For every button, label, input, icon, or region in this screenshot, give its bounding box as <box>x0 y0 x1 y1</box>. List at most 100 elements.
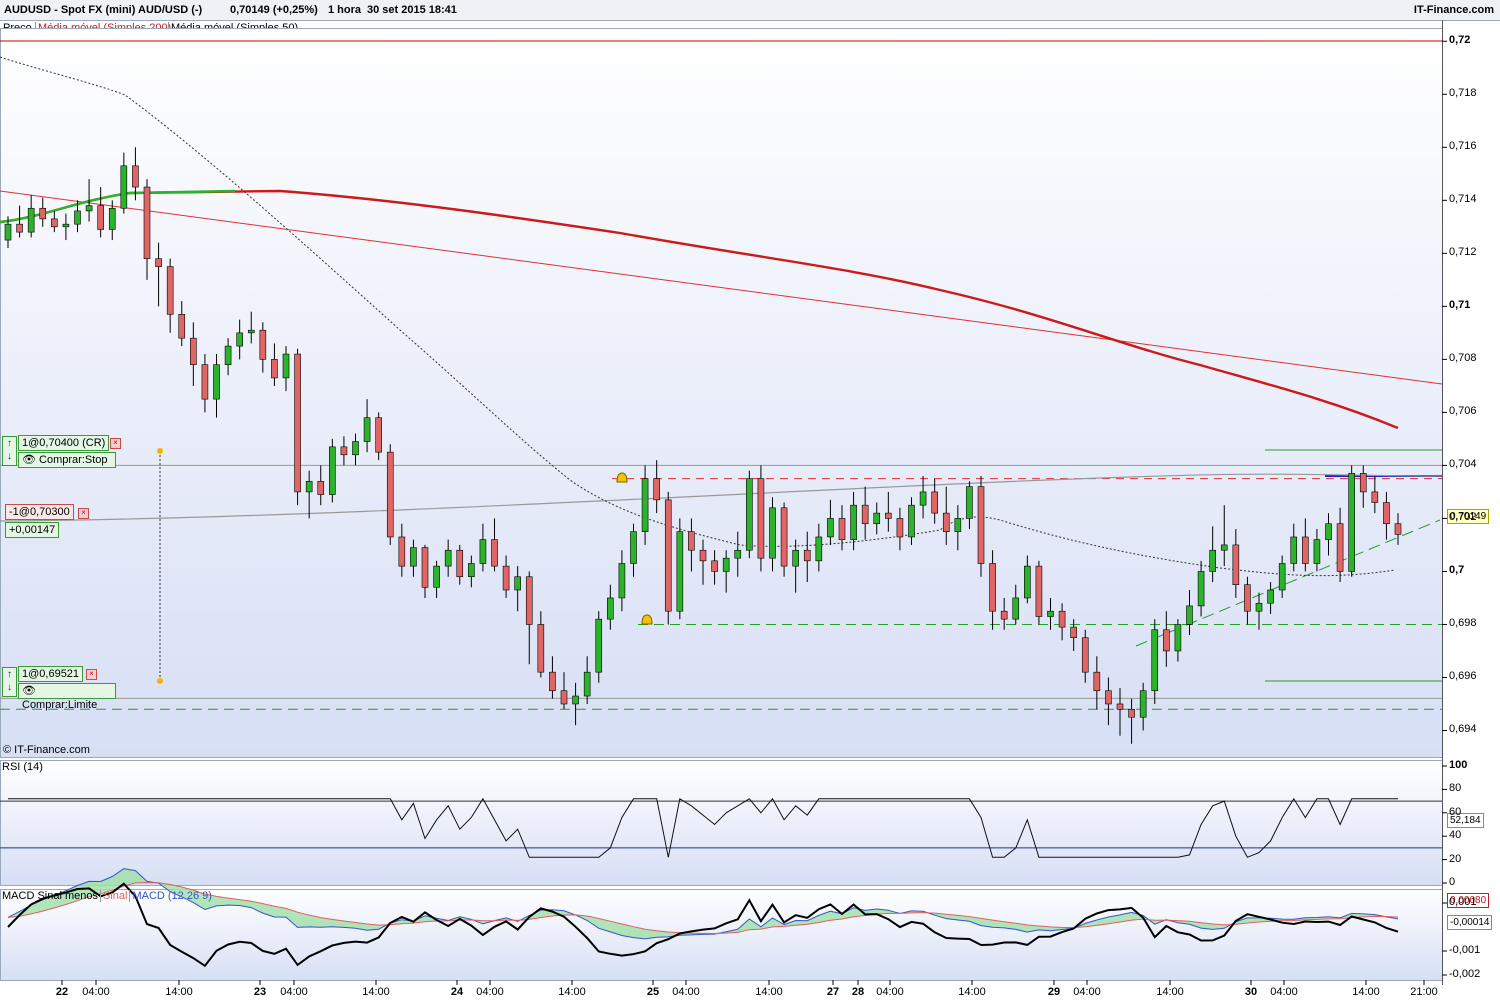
candle-bull[interactable] <box>595 618 603 673</box>
bell-icon[interactable] <box>641 614 653 625</box>
candle-bear[interactable] <box>271 359 278 379</box>
candle-bull[interactable] <box>908 504 915 538</box>
macd-header[interactable]: MACD Sinal menos Sinal MACD (12 26 9) <box>0 889 214 903</box>
limit-order-label[interactable]: 1@0,69521 <box>18 666 84 682</box>
candle-bear[interactable] <box>1058 610 1066 628</box>
candle-bull[interactable] <box>1209 549 1216 572</box>
candle-bear[interactable] <box>537 624 545 673</box>
candle-bear[interactable] <box>259 329 267 360</box>
candle-bear[interactable] <box>375 417 382 453</box>
candle-bear[interactable] <box>1336 523 1344 572</box>
candle-bull[interactable] <box>213 364 220 400</box>
candle-bear[interactable] <box>664 499 672 612</box>
candle-bear[interactable] <box>1394 523 1402 535</box>
candle-bear[interactable] <box>132 165 139 188</box>
candle-bull[interactable] <box>352 441 359 456</box>
stop-order-label[interactable]: 1@0,70400 (CR) <box>18 435 110 451</box>
candle-bull[interactable] <box>873 512 881 525</box>
candle-bull[interactable] <box>433 565 440 588</box>
limit-order-type[interactable]: 👁 Comprar:Limite <box>18 683 116 711</box>
candle-bear[interactable] <box>942 512 950 532</box>
candle-bear[interactable] <box>757 478 765 559</box>
candle-bull[interactable] <box>618 563 626 599</box>
candle-bull[interactable] <box>1325 523 1332 540</box>
candle-bear[interactable] <box>502 565 510 591</box>
candle-bull[interactable] <box>74 210 81 225</box>
candle-bear[interactable] <box>491 539 498 567</box>
candle-bear[interactable] <box>97 205 104 230</box>
candle-bear[interactable] <box>711 560 718 572</box>
candle-bull[interactable] <box>62 223 70 228</box>
candle-bear[interactable] <box>143 186 151 259</box>
candle-bear[interactable] <box>1070 626 1077 639</box>
candle-bull[interactable] <box>734 549 742 559</box>
candle-bull[interactable] <box>1139 690 1147 718</box>
candle-bear[interactable] <box>653 478 660 501</box>
candle-bull[interactable] <box>1290 536 1298 564</box>
candle-bull[interactable] <box>363 417 371 442</box>
candle-bull[interactable] <box>1174 624 1182 652</box>
candle-bull[interactable] <box>120 165 128 209</box>
candle-bear[interactable] <box>699 549 707 562</box>
candle-bear[interactable] <box>560 690 568 705</box>
close-icon[interactable]: × <box>110 438 121 449</box>
candle-bear[interactable] <box>155 258 162 267</box>
candle-bull[interactable] <box>305 481 313 493</box>
candle-bear[interactable] <box>838 518 846 540</box>
candle-bull[interactable] <box>1012 597 1020 620</box>
candle-bear[interactable] <box>885 512 892 519</box>
candle-bear[interactable] <box>1105 690 1112 705</box>
candle-bull[interactable] <box>479 539 487 564</box>
order-side-toggle[interactable]: ↑ ↓ <box>2 436 17 466</box>
candle-bear[interactable] <box>1081 637 1089 673</box>
candle-bull[interactable] <box>410 547 417 567</box>
candle-bear[interactable] <box>1359 473 1367 493</box>
candle-bull[interactable] <box>282 353 290 379</box>
candle-bull[interactable] <box>746 478 753 551</box>
candle-bull[interactable] <box>1255 602 1263 612</box>
candle-bull[interactable] <box>1047 610 1054 617</box>
candle-bear[interactable] <box>1383 502 1390 525</box>
candle-bull[interactable] <box>607 597 614 620</box>
candle-bull[interactable] <box>676 531 684 612</box>
candle-bear[interactable] <box>780 507 788 567</box>
candle-bear[interactable] <box>1244 584 1251 612</box>
candle-bull[interactable] <box>641 478 649 532</box>
candle-bear[interactable] <box>1116 703 1124 710</box>
candle-bear[interactable] <box>977 486 985 564</box>
candle-bear[interactable] <box>1232 544 1240 585</box>
candle-bear[interactable] <box>39 207 47 220</box>
candle-bull[interactable] <box>1197 571 1205 607</box>
stop-order-type[interactable]: 👁 Comprar:Stop <box>18 452 116 468</box>
order-handle[interactable] <box>157 678 163 684</box>
candle-bear[interactable] <box>51 218 58 228</box>
candle-bull[interactable] <box>85 205 93 212</box>
candle-bear[interactable] <box>688 531 695 551</box>
candle-bull[interactable] <box>27 207 35 233</box>
candle-bull[interactable] <box>769 507 776 559</box>
candle-bull[interactable] <box>850 504 857 540</box>
candle-bull[interactable] <box>1278 563 1286 591</box>
candle-bull[interactable] <box>583 671 591 697</box>
candle-bear[interactable] <box>294 353 301 493</box>
candle-bear[interactable] <box>456 549 464 578</box>
candle-bull[interactable] <box>919 491 927 506</box>
candle-bull[interactable] <box>954 518 962 532</box>
candle-bear[interactable] <box>1000 610 1008 620</box>
candle-bull[interactable] <box>815 536 823 562</box>
candle-bull[interactable] <box>1348 473 1355 572</box>
candle-bull[interactable] <box>444 549 452 567</box>
candle-bull[interactable] <box>1151 629 1159 692</box>
candle-bull[interactable] <box>236 332 243 347</box>
candle-bear[interactable] <box>178 313 186 339</box>
candle-bear[interactable] <box>1163 629 1170 652</box>
candle-bull[interactable] <box>247 329 255 334</box>
candle-bull[interactable] <box>966 486 973 519</box>
candle-bear[interactable] <box>398 536 406 567</box>
candle-bear[interactable] <box>1302 536 1309 564</box>
candle-bull[interactable] <box>1267 589 1274 604</box>
candle-bull[interactable] <box>792 549 799 567</box>
candle-bear[interactable] <box>317 481 325 495</box>
close-icon[interactable]: × <box>86 669 97 680</box>
candle-bull[interactable] <box>224 345 232 365</box>
